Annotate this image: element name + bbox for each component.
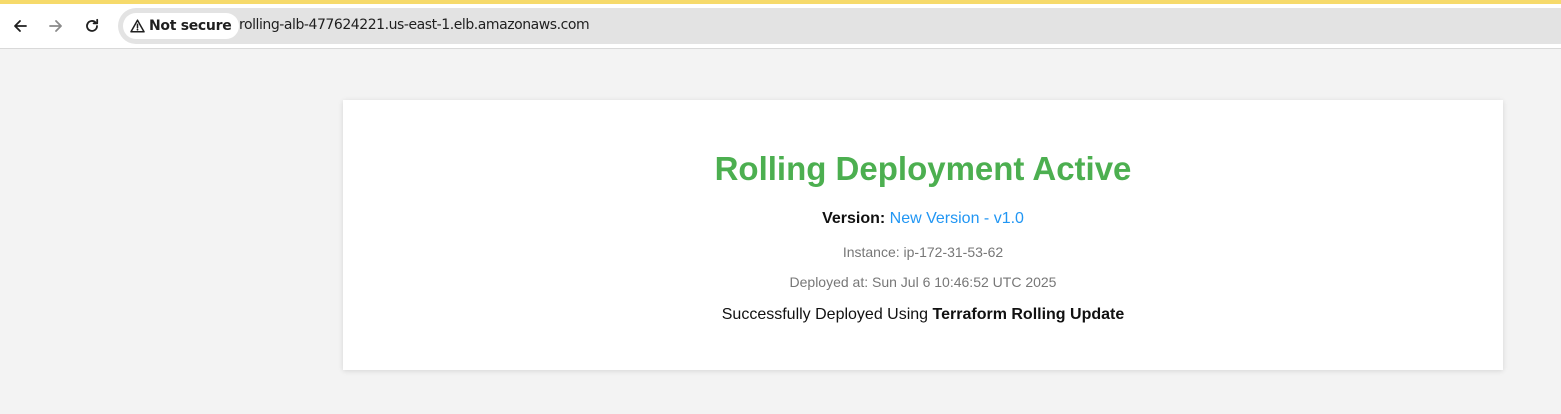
deployment-card: Rolling Deployment Active Version: New V… xyxy=(343,100,1503,370)
success-prefix: Successfully Deployed Using xyxy=(721,306,929,323)
reload-button[interactable] xyxy=(77,11,107,41)
version-label: Version: xyxy=(822,210,886,227)
version-line: Version: New Version - v1.0 xyxy=(343,209,1503,229)
version-value: New Version - v1.0 xyxy=(889,210,1024,227)
success-message: Successfully Deployed Using Terraform Ro… xyxy=(343,305,1503,325)
browser-toolbar: Not secure rolling-alb-477624221.us-east… xyxy=(0,4,1561,49)
reload-icon xyxy=(84,18,100,34)
security-chip-label: Not secure xyxy=(149,18,232,34)
instance-text: Instance: ip-172-31-53-62 xyxy=(842,244,1004,260)
address-bar[interactable]: Not secure rolling-alb-477624221.us-east… xyxy=(118,8,1561,44)
arrow-right-icon xyxy=(48,18,64,34)
forward-button[interactable] xyxy=(41,11,71,41)
back-button[interactable] xyxy=(5,11,35,41)
success-tool: Terraform Rolling Update xyxy=(932,306,1125,323)
warning-triangle-icon xyxy=(130,19,145,33)
page-title: Rolling Deployment Active xyxy=(714,150,1132,187)
deployed-at-text: Deployed at: Sun Jul 6 10:46:52 UTC 2025 xyxy=(789,274,1057,290)
security-chip[interactable]: Not secure xyxy=(123,13,240,39)
url-text[interactable]: rolling-alb-477624221.us-east-1.elb.amaz… xyxy=(239,17,590,33)
arrow-left-icon xyxy=(12,18,28,34)
